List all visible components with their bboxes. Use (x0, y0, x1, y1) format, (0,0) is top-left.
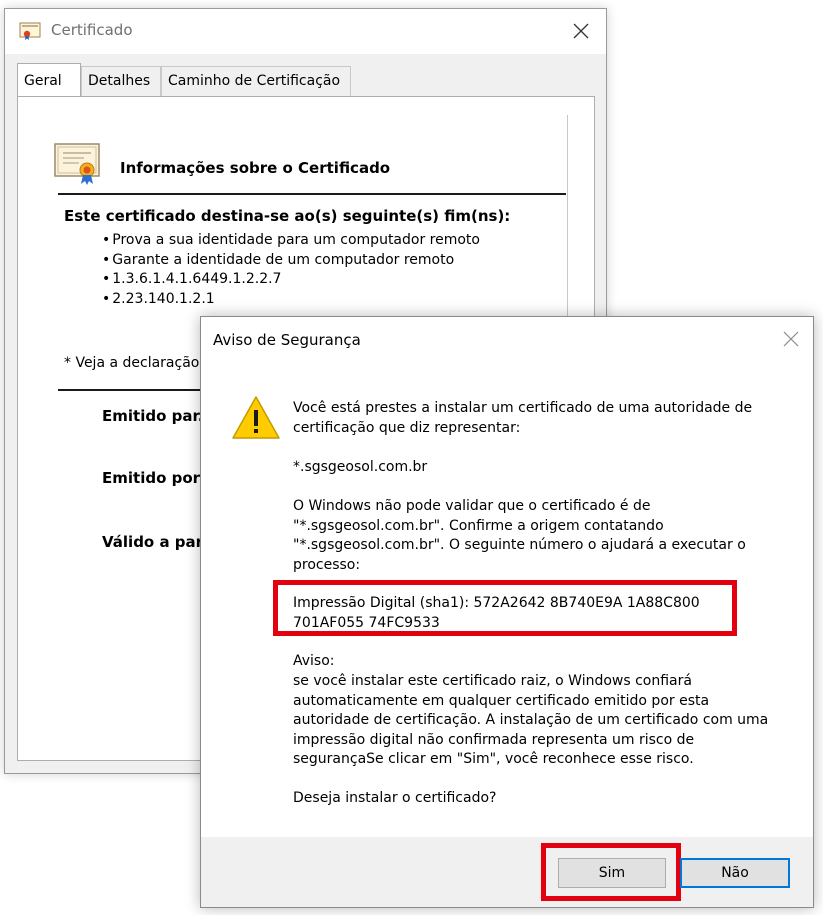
certificate-window-title: Certificado (51, 21, 133, 39)
dialog-title: Aviso de Segurança (213, 331, 361, 349)
warning-text: se você instalar este certificado raiz, … (293, 673, 769, 767)
certificate-titlebar: Certificado (5, 9, 606, 54)
no-button[interactable]: Não (680, 858, 790, 888)
dialog-button-bar: Sim Não (201, 837, 813, 907)
valid-from-label: Válido a part (102, 533, 211, 551)
issued-to-label: Emitido par.* (102, 407, 212, 425)
certificate-document-icon (54, 143, 100, 185)
declaration-note: * Veja a declaração (64, 355, 200, 371)
list-item: Prova a sua identidade para um computado… (102, 231, 480, 251)
validation-message: O Windows não pode validar que o certifi… (293, 498, 746, 573)
thumbprint-highlight (273, 580, 737, 636)
close-icon[interactable] (781, 329, 801, 349)
purpose-list: Prova a sua identidade para um computado… (102, 231, 480, 309)
yes-button[interactable]: Sim (558, 858, 666, 888)
list-item: Garante a identidade de um computador re… (102, 251, 480, 271)
install-question: Deseja instalar o certificado? (293, 790, 497, 806)
list-item: 2.23.140.1.2.1 (102, 290, 480, 310)
certificate-tabs: Geral Detalhes Caminho de Certificação (17, 63, 594, 96)
intro-text: Você está prestes a instalar um certific… (293, 400, 753, 436)
tab-geral[interactable]: Geral (17, 63, 81, 96)
warning-icon (232, 396, 280, 439)
tab-detalhes[interactable]: Detalhes (81, 66, 161, 96)
certificate-icon (19, 22, 41, 40)
purpose-heading: Este certificado destina-se ao(s) seguin… (64, 207, 511, 225)
close-icon[interactable] (571, 21, 591, 41)
domain-text: *.sgsgeosol.com.br (293, 459, 428, 475)
security-warning-dialog: Aviso de Segurança Você está prestes a i… (200, 316, 814, 908)
warning-label: Aviso: (293, 653, 335, 669)
divider (58, 193, 566, 195)
list-item: 1.3.6.1.4.1.6449.1.2.2.7 (102, 270, 480, 290)
tab-caminho-certificacao[interactable]: Caminho de Certificação (161, 66, 351, 96)
certificate-info-title: Informações sobre o Certificado (120, 159, 391, 177)
